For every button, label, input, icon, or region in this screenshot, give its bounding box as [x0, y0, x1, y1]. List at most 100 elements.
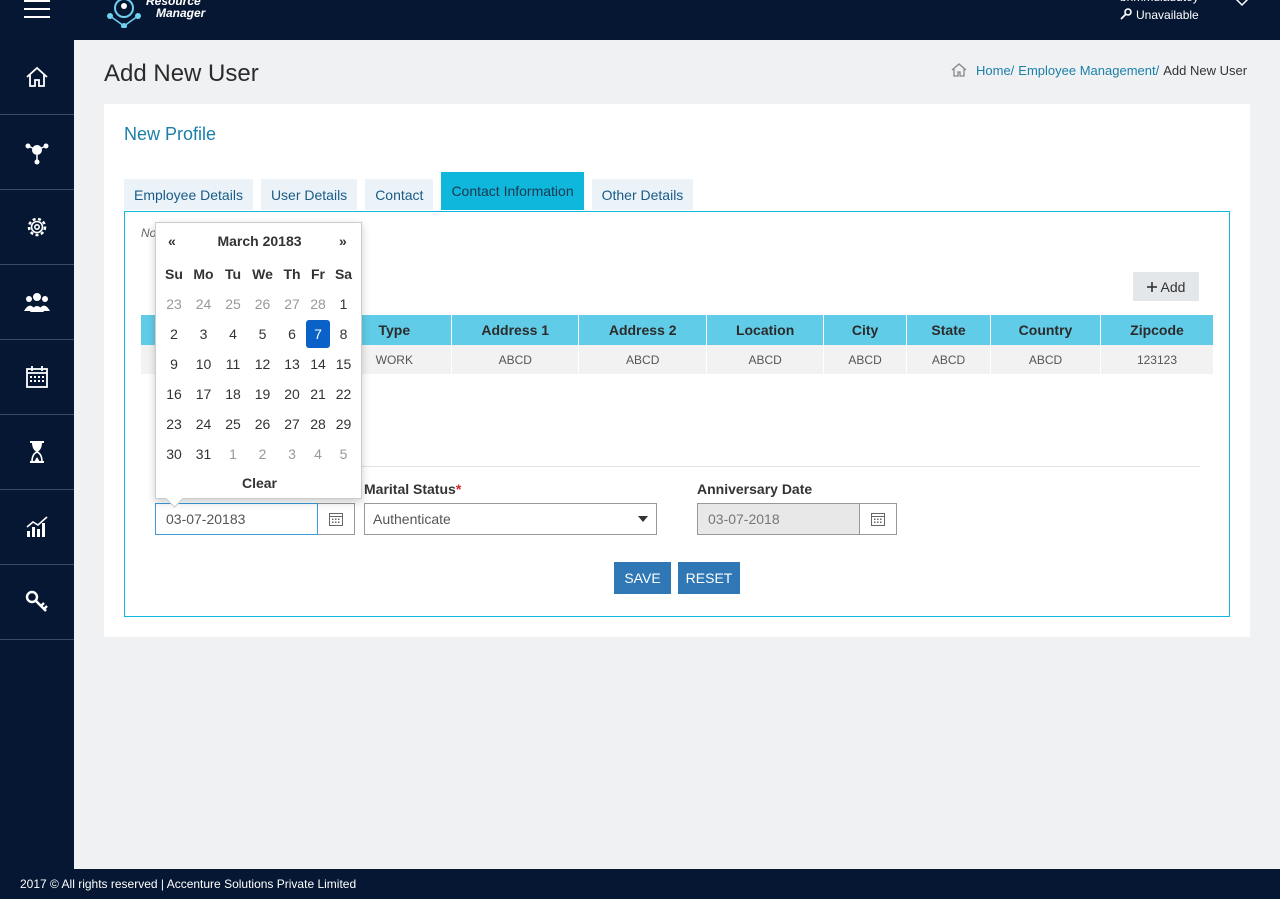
- sidebar-item-home[interactable]: [0, 40, 74, 115]
- column-header-address-2[interactable]: Address 2: [578, 315, 708, 345]
- datepicker-day[interactable]: 29: [330, 409, 357, 439]
- breadcrumb-employee-management[interactable]: Employee Management/: [1018, 63, 1159, 78]
- breadcrumb: Home/ Employee Management/ Add New User: [950, 62, 1247, 78]
- menu-icon[interactable]: [24, 0, 50, 18]
- anniversary-calendar-button[interactable]: [860, 503, 897, 535]
- datepicker-day[interactable]: 2: [247, 439, 278, 469]
- datepicker-day[interactable]: 17: [188, 379, 219, 409]
- datepicker-day[interactable]: 10: [188, 349, 219, 379]
- datepicker-day-label: 21: [310, 386, 326, 402]
- datepicker-day[interactable]: 25: [219, 409, 247, 439]
- datepicker-day[interactable]: 20: [278, 379, 306, 409]
- column-header-location[interactable]: Location: [706, 315, 825, 345]
- datepicker-day[interactable]: 3: [278, 439, 306, 469]
- calendar-icon: [871, 513, 885, 526]
- datepicker-day[interactable]: 27: [278, 289, 306, 319]
- column-header-country[interactable]: Country: [990, 315, 1101, 345]
- datepicker-day[interactable]: 28: [306, 409, 330, 439]
- datepicker-day-label: 26: [254, 296, 271, 312]
- datepicker-day[interactable]: 5: [247, 319, 278, 349]
- sidebar-item-calendar[interactable]: [0, 340, 74, 415]
- chart-icon: [26, 516, 48, 537]
- datepicker-week-row: 2 3 4 5 678: [160, 319, 357, 349]
- datepicker-day-label: 6: [288, 326, 296, 342]
- marital-status-select[interactable]: Authenticate: [364, 503, 657, 535]
- table-cell: ABCD: [578, 345, 708, 374]
- datepicker-day[interactable]: 14: [306, 349, 330, 379]
- anniversary-date-input[interactable]: 03-07-2018: [697, 503, 860, 535]
- datepicker-day-label: 3: [199, 326, 208, 342]
- datepicker-day[interactable]: 27: [278, 409, 306, 439]
- key-icon: [25, 590, 48, 612]
- datepicker-day[interactable]: 2: [160, 319, 188, 349]
- datepicker-prev-button[interactable]: «: [168, 233, 176, 249]
- datepicker-day[interactable]: 1: [219, 439, 247, 469]
- datepicker-day[interactable]: 11: [219, 349, 247, 379]
- logo-network-icon: [107, 0, 141, 28]
- datepicker-day[interactable]: 31: [188, 439, 219, 469]
- datepicker-day[interactable]: 28: [306, 289, 330, 319]
- datepicker-day[interactable]: 24: [188, 409, 219, 439]
- table-cell: ABCD: [906, 345, 992, 374]
- datepicker-day[interactable]: 15: [330, 349, 357, 379]
- sidebar-item-reports[interactable]: [0, 490, 74, 565]
- datepicker-day[interactable]: 19: [247, 379, 278, 409]
- chevron-down-icon[interactable]: [1234, 0, 1250, 10]
- tab-contact[interactable]: Contact: [365, 179, 434, 210]
- sidebar-item-timesheet[interactable]: [0, 415, 74, 490]
- sidebar-item-network[interactable]: [0, 115, 74, 190]
- datepicker-day-label: 8: [339, 326, 348, 342]
- dob-calendar-button[interactable]: [318, 503, 355, 535]
- datepicker-month-title[interactable]: March 20183: [196, 233, 323, 249]
- breadcrumb-home[interactable]: Home/: [976, 63, 1014, 78]
- datepicker-day[interactable]: 7: [306, 319, 330, 349]
- datepicker-day[interactable]: 5: [330, 439, 357, 469]
- datepicker-day[interactable]: 25: [219, 289, 247, 319]
- user-name[interactable]: bhmmulaudtey: [1120, 0, 1230, 4]
- datepicker-day[interactable]: 8: [330, 319, 357, 349]
- datepicker-day-label: 3: [288, 446, 296, 462]
- datepicker-day-label: 2: [258, 446, 267, 462]
- datepicker-day-label: 23: [166, 416, 182, 432]
- datepicker-day[interactable]: 22: [330, 379, 357, 409]
- datepicker-day[interactable]: 3: [188, 319, 219, 349]
- home-icon[interactable]: [950, 62, 968, 78]
- datepicker-day[interactable]: 18: [219, 379, 247, 409]
- datepicker-day[interactable]: 4: [219, 319, 247, 349]
- datepicker-day[interactable]: 23: [160, 409, 188, 439]
- sidebar-item-access[interactable]: [0, 565, 74, 640]
- column-header-zipcode[interactable]: Zipcode: [1100, 315, 1215, 345]
- dob-input[interactable]: 03-07-20183: [155, 503, 318, 535]
- column-header-state[interactable]: State: [906, 315, 992, 345]
- tab-contact-information[interactable]: Contact Information: [441, 172, 584, 210]
- column-header-city[interactable]: City: [823, 315, 908, 345]
- datepicker-day-label: 23: [166, 296, 182, 312]
- datepicker-day[interactable]: 24: [188, 289, 219, 319]
- sidebar-item-team[interactable]: [0, 265, 74, 340]
- datepicker-clear-button[interactable]: Clear: [156, 475, 363, 491]
- tab-other-details[interactable]: Other Details: [591, 179, 694, 210]
- datepicker-day[interactable]: 9: [160, 349, 188, 379]
- datepicker-next-button[interactable]: »: [339, 233, 347, 249]
- datepicker-day[interactable]: 26: [247, 409, 278, 439]
- datepicker-day[interactable]: 16: [160, 379, 188, 409]
- datepicker-day[interactable]: 30: [160, 439, 188, 469]
- datepicker-day-label: 11: [225, 356, 241, 372]
- app-logo[interactable]: Resource Manager: [102, 0, 222, 40]
- datepicker-day[interactable]: 26: [247, 289, 278, 319]
- save-button[interactable]: SAVE: [614, 562, 671, 594]
- add-button[interactable]: Add: [1133, 272, 1199, 301]
- user-status[interactable]: Unavailable: [1120, 8, 1199, 22]
- datepicker-day[interactable]: 6: [278, 319, 306, 349]
- datepicker-day[interactable]: 21: [306, 379, 330, 409]
- tab-employee-details[interactable]: Employee Details: [124, 179, 253, 210]
- datepicker-day[interactable]: 4: [306, 439, 330, 469]
- datepicker-day[interactable]: 12: [247, 349, 278, 379]
- reset-button[interactable]: RESET: [678, 562, 740, 594]
- tab-user-details[interactable]: User Details: [260, 179, 358, 210]
- datepicker-day[interactable]: 23: [160, 289, 188, 319]
- sidebar-item-settings[interactable]: [0, 190, 74, 265]
- datepicker-day[interactable]: 13: [278, 349, 306, 379]
- datepicker-day[interactable]: 1: [330, 289, 357, 319]
- column-header-address-1[interactable]: Address 1: [451, 315, 580, 345]
